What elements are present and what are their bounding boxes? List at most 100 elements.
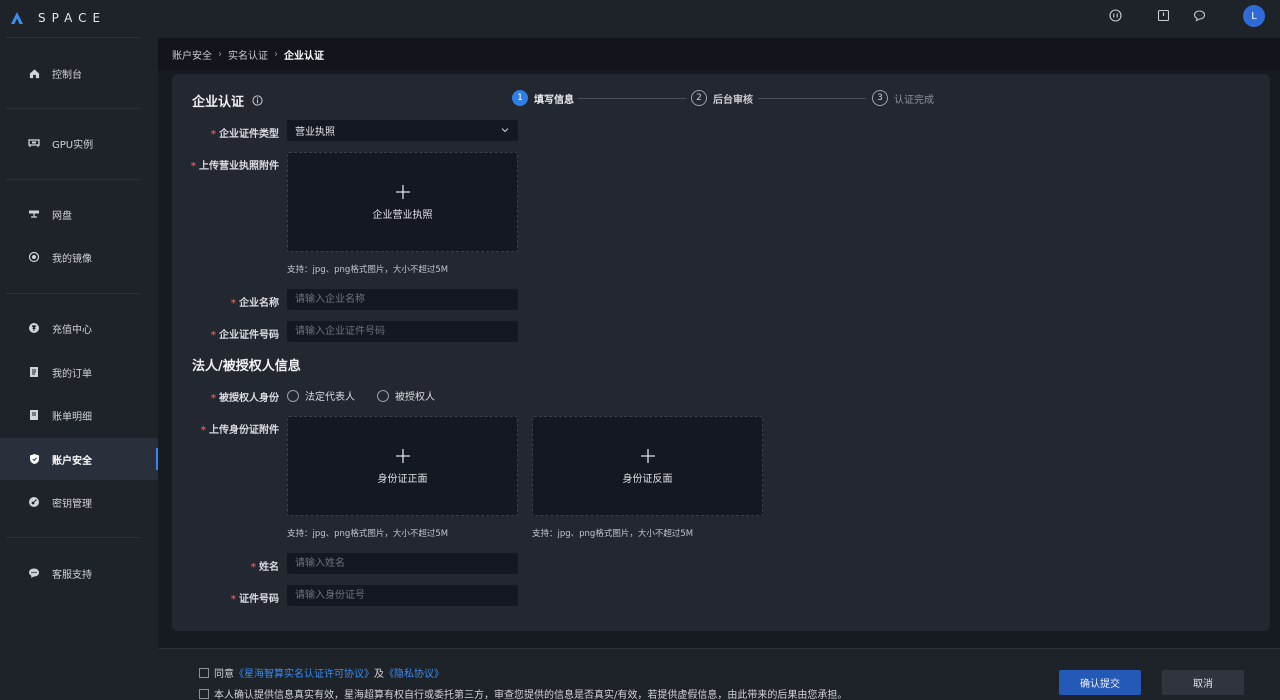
agreement-row: 同意 《星海智算实名认证许可协议》 及 《隐私协议》 (199, 665, 444, 680)
upload-text: 身份证正面 (377, 473, 428, 485)
radio-legal-rep[interactable] (287, 389, 299, 402)
company-id-input[interactable] (287, 321, 518, 342)
breadcrumb-enterprise: 企业认证 (284, 50, 324, 62)
confirm-checkbox[interactable] (199, 688, 209, 699)
cert-type-value: 营业执照 (295, 127, 335, 138)
chevron-right-icon: › (218, 48, 222, 60)
id-number-input[interactable] (287, 585, 518, 606)
step-review: 2 后台审核 (691, 90, 753, 106)
help-icon[interactable] (1109, 9, 1123, 23)
sidebar-item-label: 账单明细 (52, 411, 92, 423)
enterprise-auth-card: 企业认证 1 填写信息 2 后台审核 3 认证完成 * 企业证件类型 营业执照 *… (172, 74, 1270, 631)
sidebar-item-label: 账户安全 (52, 455, 92, 467)
step-label: 填写信息 (534, 94, 574, 106)
step-number: 1 (512, 90, 528, 106)
sidebar-item-orders[interactable]: 我的订单 (0, 352, 158, 392)
privacy-link[interactable]: 《隐私协议》 (384, 665, 444, 680)
sidebar-item-label: 网盘 (52, 210, 72, 222)
sidebar: SPACE 控制台 GPU实例 网盘 我的镜像 充值中心 我的订单 账单明细 账… (0, 0, 158, 700)
id-back-upload-box[interactable]: 身份证反面 (532, 416, 763, 516)
radio-authorized[interactable] (377, 389, 389, 402)
sidebar-item-recharge[interactable]: 充值中心 (0, 308, 158, 348)
breadcrumb: 账户安全 › 实名认证 › 企业认证 (158, 38, 1280, 70)
name-input[interactable] (287, 553, 518, 574)
top-bar: L (158, 0, 1280, 38)
key-icon (28, 496, 40, 508)
sidebar-divider (6, 108, 140, 109)
disk-icon (28, 208, 40, 220)
chevron-right-icon: › (274, 48, 278, 60)
logo[interactable]: SPACE (10, 8, 106, 28)
company-name-input[interactable] (287, 289, 518, 310)
logo-text: SPACE (38, 11, 107, 25)
id-front-upload-box[interactable]: 身份证正面 (287, 416, 518, 516)
agreement-link[interactable]: 《星海智算实名认证许可协议》 (234, 665, 374, 680)
license-upload-label: * 上传营业执照附件 (190, 161, 279, 172)
step-connector (578, 98, 686, 99)
info-icon[interactable] (252, 95, 263, 106)
avatar[interactable]: L (1243, 5, 1265, 27)
sidebar-item-label: 我的镜像 (52, 253, 92, 265)
sidebar-divider (6, 293, 140, 294)
notice-icon[interactable] (1157, 9, 1171, 23)
logo-icon (11, 12, 23, 24)
yen-icon (28, 322, 40, 334)
gpu-icon (28, 137, 40, 149)
confirm-text: 本人确认提供信息真实有效，星海超算有权自行或委托第三方，审查您提供的信息是否真实… (214, 690, 848, 700)
sidebar-divider (6, 537, 140, 538)
breadcrumb-real-name[interactable]: 实名认证 (228, 47, 268, 62)
sidebar-item-console[interactable]: 控制台 (0, 53, 158, 93)
upload-hint: 支持：jpg、png格式图片，大小不超过5M (287, 529, 449, 539)
sidebar-item-bills[interactable]: 账单明细 (0, 395, 158, 435)
breadcrumb-account-security[interactable]: 账户安全 (172, 47, 212, 62)
plus-icon (395, 448, 410, 463)
license-upload-box[interactable]: 企业营业执照 (287, 152, 518, 252)
step-label: 认证完成 (894, 94, 934, 106)
sidebar-item-label: 控制台 (52, 69, 82, 81)
sidebar-item-label: 我的订单 (52, 368, 92, 380)
sidebar-divider (6, 179, 140, 180)
cert-type-label: * 企业证件类型 (210, 129, 279, 140)
sidebar-item-keys[interactable]: 密钥管理 (0, 482, 158, 522)
radio-legal-rep-label[interactable]: 法定代表人 (305, 388, 355, 403)
company-name-label: * 企业名称 (230, 298, 279, 309)
footer: 同意 《星海智算实名认证许可协议》 及 《隐私协议》 本人确认提供信息真实有效，… (158, 648, 1280, 700)
plus-icon (640, 448, 655, 463)
step-number: 3 (872, 90, 888, 106)
company-id-label: * 企业证件号码 (210, 330, 279, 341)
agree-and: 及 (374, 669, 384, 680)
id-upload-label: * 上传身份证附件 (200, 425, 279, 436)
cert-type-select[interactable]: 营业执照 (287, 120, 518, 141)
sidebar-item-disk[interactable]: 网盘 (0, 194, 158, 234)
upload-text: 身份证反面 (622, 473, 673, 485)
sidebar-item-label: 充值中心 (52, 324, 92, 336)
chat-icon (28, 567, 40, 579)
legal-section-title: 法人/被授权人信息 (192, 359, 301, 374)
submit-button[interactable]: 确认提交 (1059, 670, 1141, 695)
confirm-row: 本人确认提供信息真实有效，星海超算有权自行或委托第三方，审查您提供的信息是否真实… (199, 686, 847, 700)
upload-hint: 支持：jpg、png格式图片，大小不超过5M (532, 529, 694, 539)
sidebar-item-label: 客服支持 (52, 569, 92, 581)
message-icon[interactable] (1193, 9, 1207, 23)
id-number-label: * 证件号码 (230, 594, 279, 605)
identity-label: * 被授权人身份 (210, 393, 279, 404)
agreement-checkbox[interactable] (199, 667, 209, 678)
image-icon (28, 251, 40, 263)
step-complete: 3 认证完成 (872, 90, 934, 106)
sidebar-item-label: 密钥管理 (52, 498, 92, 510)
name-label: * 姓名 (250, 562, 279, 573)
sidebar-item-support[interactable]: 客服支持 (0, 553, 158, 593)
radio-authorized-label[interactable]: 被授权人 (395, 388, 435, 403)
cancel-button[interactable]: 取消 (1162, 670, 1244, 695)
sidebar-item-images[interactable]: 我的镜像 (0, 237, 158, 277)
step-number: 2 (691, 90, 707, 106)
page-title-text: 企业认证 (192, 95, 245, 110)
sidebar-item-account-security[interactable]: 账户安全 (0, 438, 158, 480)
sidebar-item-label: GPU实例 (52, 139, 94, 151)
shield-icon (28, 453, 40, 465)
upload-hint: 支持：jpg、png格式图片，大小不超过5M (287, 265, 449, 275)
sidebar-item-gpu[interactable]: GPU实例 (0, 123, 158, 163)
home-icon (28, 67, 40, 79)
plus-icon (395, 184, 410, 199)
page-title: 企业认证 (192, 91, 263, 110)
